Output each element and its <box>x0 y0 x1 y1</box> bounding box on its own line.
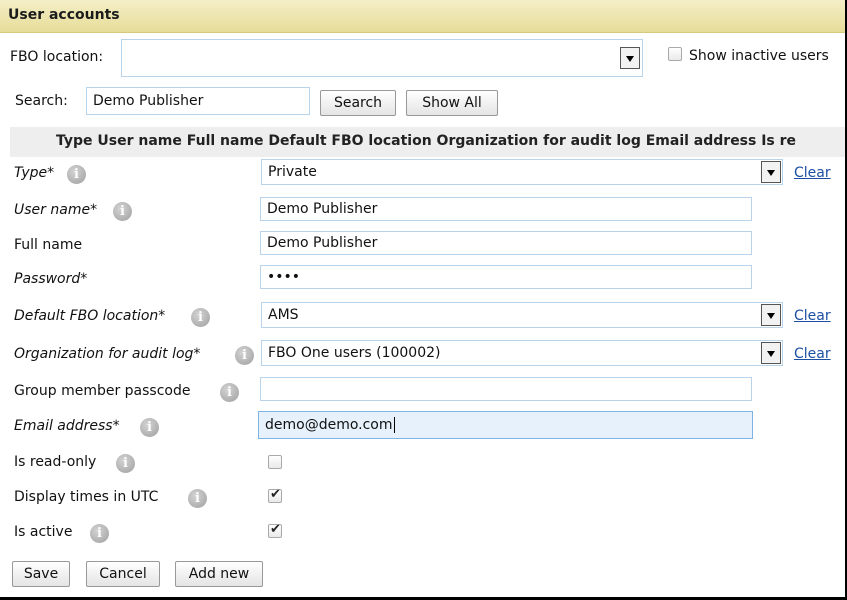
type-dropdown-button[interactable] <box>761 161 781 183</box>
table-column-header: Type User name Full name Default FBO loc… <box>10 127 847 157</box>
user-name-label: User name* <box>14 202 98 218</box>
is-active-checkbox[interactable]: ✔ <box>268 522 282 538</box>
password-value: •••• <box>267 269 301 285</box>
info-icon[interactable]: i <box>140 418 159 437</box>
cancel-button[interactable]: Cancel <box>86 561 160 587</box>
default-fbo-location-value: AMS <box>268 307 299 323</box>
show-inactive-label: Show inactive users <box>689 48 829 64</box>
fbo-location-dropdown-button[interactable] <box>620 47 640 69</box>
text-cursor <box>393 417 395 433</box>
full-name-value: Demo Publisher <box>267 235 378 251</box>
email-address-value: demo@demo.com <box>265 417 393 433</box>
org-audit-clear-link[interactable]: Clear <box>794 346 831 362</box>
user-name-value: Demo Publisher <box>267 201 378 217</box>
chevron-down-icon <box>767 313 775 319</box>
default-fbo-location-label: Default FBO location* <box>14 308 166 324</box>
is-read-only-label: Is read-only <box>14 454 97 470</box>
password-label: Password* <box>14 271 88 287</box>
column-header-labels: Type User name Full name Default FBO loc… <box>56 133 797 149</box>
show-all-button[interactable]: Show All <box>406 90 498 116</box>
chevron-down-icon <box>767 170 775 176</box>
chevron-down-icon <box>626 56 634 62</box>
type-select[interactable]: Private <box>261 159 783 185</box>
info-icon[interactable]: i <box>116 454 135 473</box>
search-input-value: Demo Publisher <box>93 93 204 109</box>
save-button[interactable]: Save <box>12 561 70 587</box>
display-utc-checkbox[interactable]: ✔ <box>268 487 282 503</box>
fbo-location-label: FBO location: <box>10 49 104 65</box>
user-name-input[interactable]: Demo Publisher <box>260 197 752 221</box>
type-value: Private <box>268 164 317 180</box>
checkmark-icon: ✔ <box>270 522 281 537</box>
org-audit-log-label: Organization for audit log* <box>14 346 201 362</box>
chevron-down-icon <box>767 351 775 357</box>
org-audit-log-value: FBO One users (100002) <box>268 345 441 361</box>
fbo-location-select[interactable] <box>121 39 643 77</box>
group-passcode-label: Group member passcode <box>14 383 191 399</box>
search-input[interactable]: Demo Publisher <box>86 87 310 115</box>
type-clear-link[interactable]: Clear <box>794 165 831 181</box>
checkmark-icon: ✔ <box>270 487 281 502</box>
panel-header: User accounts <box>0 0 847 33</box>
org-audit-log-select[interactable]: FBO One users (100002) <box>261 340 783 366</box>
info-icon[interactable]: i <box>90 524 109 543</box>
full-name-label: Full name <box>14 237 83 253</box>
type-label: Type* <box>14 165 55 181</box>
is-read-only-checkbox[interactable] <box>268 455 282 469</box>
default-fbo-location-select[interactable]: AMS <box>261 302 783 328</box>
info-icon[interactable]: i <box>67 165 86 184</box>
org-audit-dropdown-button[interactable] <box>761 342 781 364</box>
info-icon[interactable]: i <box>113 202 132 221</box>
info-icon[interactable]: i <box>191 308 210 327</box>
display-utc-label: Display times in UTC <box>14 489 159 505</box>
default-fbo-clear-link[interactable]: Clear <box>794 308 831 324</box>
search-button[interactable]: Search <box>320 90 396 116</box>
info-icon[interactable]: i <box>235 346 254 365</box>
search-label: Search: <box>15 93 68 109</box>
info-icon[interactable]: i <box>188 489 207 508</box>
show-inactive-checkbox[interactable] <box>668 47 682 61</box>
panel-title: User accounts <box>8 7 120 23</box>
add-new-button[interactable]: Add new <box>175 561 263 587</box>
group-passcode-input[interactable] <box>260 377 752 401</box>
email-address-label: Email address* <box>14 418 120 434</box>
is-active-label: Is active <box>14 524 73 540</box>
password-input[interactable]: •••• <box>260 265 752 289</box>
user-accounts-panel: User accounts FBO location: Show inactiv… <box>0 0 847 600</box>
info-icon[interactable]: i <box>220 383 239 402</box>
email-address-input[interactable]: demo@demo.com <box>258 411 753 439</box>
default-fbo-dropdown-button[interactable] <box>761 304 781 326</box>
full-name-input[interactable]: Demo Publisher <box>260 231 752 255</box>
